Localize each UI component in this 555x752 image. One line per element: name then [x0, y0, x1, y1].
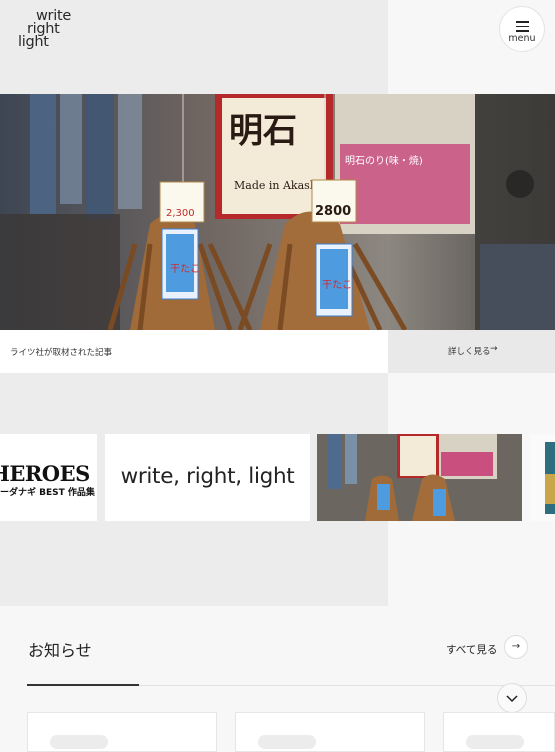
fish-label-left: 干たこ	[170, 263, 200, 275]
dried-octopus-photo: 明石のり(味・焼) 明石 Made in Akashi 2,300 2800 干…	[0, 94, 555, 330]
price-tag-left: 2,300	[166, 208, 195, 219]
carousel-card-heroes[interactable]: HEROES ーダナギ BEST 作品集	[0, 434, 97, 521]
heroes-subtitle: ーダナギ BEST 作品集	[0, 488, 95, 498]
hero-image[interactable]: 明石のり(味・焼) 明石 Made in Akashi 2,300 2800 干…	[0, 94, 555, 330]
menu-button[interactable]: menu	[499, 6, 545, 52]
hero-caption-bar[interactable]: ライツ社が取材された記事	[0, 330, 388, 373]
see-details-button[interactable]: 詳しく見る →	[388, 330, 555, 373]
heroes-title: HEROES	[0, 461, 90, 486]
menu-label: menu	[508, 33, 536, 44]
notice-heading: お知らせ	[28, 641, 92, 660]
sign-subtitle: Made in Akashi	[234, 179, 321, 192]
site-logo[interactable]: write right light	[18, 8, 80, 50]
category-pill	[50, 735, 108, 749]
logo-wordmark: write, right, light	[120, 464, 295, 489]
price-tag-right: 2800	[315, 204, 351, 219]
news-card[interactable]	[235, 712, 425, 752]
category-pill	[466, 735, 524, 749]
fish-label-right: 干たこ	[322, 279, 352, 291]
chevron-down-icon	[506, 695, 518, 703]
arrow-right-icon[interactable]: →	[504, 635, 528, 659]
carousel-card-photo[interactable]	[317, 434, 522, 521]
dried-octopus-thumbnail	[317, 434, 522, 521]
see-details-label: 詳しく見る	[448, 347, 491, 357]
hamburger-icon	[516, 21, 529, 32]
carousel-card-book[interactable]	[530, 434, 555, 521]
see-all-link[interactable]: すべて見る	[446, 642, 497, 657]
arrow-right-icon: →	[490, 344, 498, 354]
carousel-card-logo[interactable]: write, right, light	[105, 434, 310, 521]
news-card[interactable]	[443, 712, 555, 752]
book-cover-thumbnail	[545, 442, 555, 514]
section-divider-accent	[27, 684, 139, 686]
sign-kanji: 明石	[229, 111, 297, 151]
hero-caption: ライツ社が取材された記事	[10, 348, 113, 358]
category-pill	[258, 735, 316, 749]
news-card[interactable]	[27, 712, 217, 752]
logo-line-light: light	[18, 34, 49, 50]
banner-text: 明石のり(味・焼)	[345, 155, 423, 167]
scroll-down-button[interactable]	[497, 683, 527, 713]
